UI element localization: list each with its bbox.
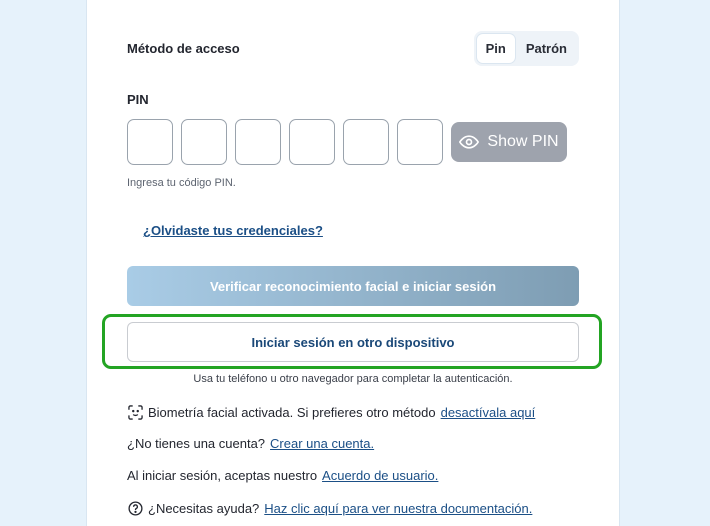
login-card: Método de acceso Pin Patrón PIN Show PIN…: [86, 0, 620, 526]
access-method-row: Método de acceso Pin Patrón: [127, 30, 579, 66]
access-method-label: Método de acceso: [127, 40, 240, 56]
pin-input-row: Show PIN: [127, 118, 579, 166]
toggle-pattern[interactable]: Patrón: [517, 34, 576, 63]
biometric-row: Biometría facial activada. Si prefieres …: [127, 404, 535, 420]
show-pin-button[interactable]: Show PIN: [451, 122, 567, 162]
terms-row: Al iniciar sesión, aceptas nuestro Acuer…: [127, 468, 438, 483]
pin-label: PIN: [127, 92, 149, 107]
pin-hint: Ingresa tu código PIN.: [127, 177, 236, 189]
help-row: ¿Necesitas ayuda? Haz clic aquí para ver…: [127, 500, 532, 516]
access-method-toggle: Pin Patrón: [473, 30, 579, 66]
forgot-credentials-link[interactable]: ¿Olvidaste tus credenciales?: [143, 223, 323, 238]
face-scan-icon: [127, 404, 143, 420]
disable-biometric-link[interactable]: desactívala aquí: [441, 405, 536, 420]
documentation-link[interactable]: Haz clic aquí para ver nuestra documenta…: [264, 501, 532, 516]
terms-text: Al iniciar sesión, aceptas nuestro: [127, 468, 318, 483]
other-device-button[interactable]: Iniciar sesión en otro dispositivo: [127, 322, 579, 362]
pin-digit-1[interactable]: [127, 119, 173, 165]
toggle-pin[interactable]: Pin: [476, 33, 515, 63]
other-device-hint: Usa tu teléfono u otro navegador para co…: [193, 373, 513, 385]
user-agreement-link[interactable]: Acuerdo de usuario.: [322, 468, 438, 483]
pin-digit-2[interactable]: [181, 119, 227, 165]
show-pin-label: Show PIN: [487, 133, 559, 150]
pin-digit-3[interactable]: [235, 119, 281, 165]
pin-digit-6[interactable]: [397, 119, 443, 165]
signup-row: ¿No tienes una cuenta? Crear una cuenta.: [127, 436, 374, 451]
help-icon: [127, 500, 143, 516]
signup-text: ¿No tienes una cuenta?: [127, 436, 266, 451]
biometric-text: Biometría facial activada. Si prefieres …: [148, 404, 436, 420]
pin-digit-4[interactable]: [289, 119, 335, 165]
eye-icon: [459, 132, 480, 152]
face-verify-button[interactable]: Verificar reconocimiento facial e inicia…: [127, 266, 579, 306]
create-account-link[interactable]: Crear una cuenta.: [270, 436, 374, 451]
pin-digit-5[interactable]: [343, 119, 389, 165]
help-text: ¿Necesitas ayuda?: [148, 500, 260, 516]
